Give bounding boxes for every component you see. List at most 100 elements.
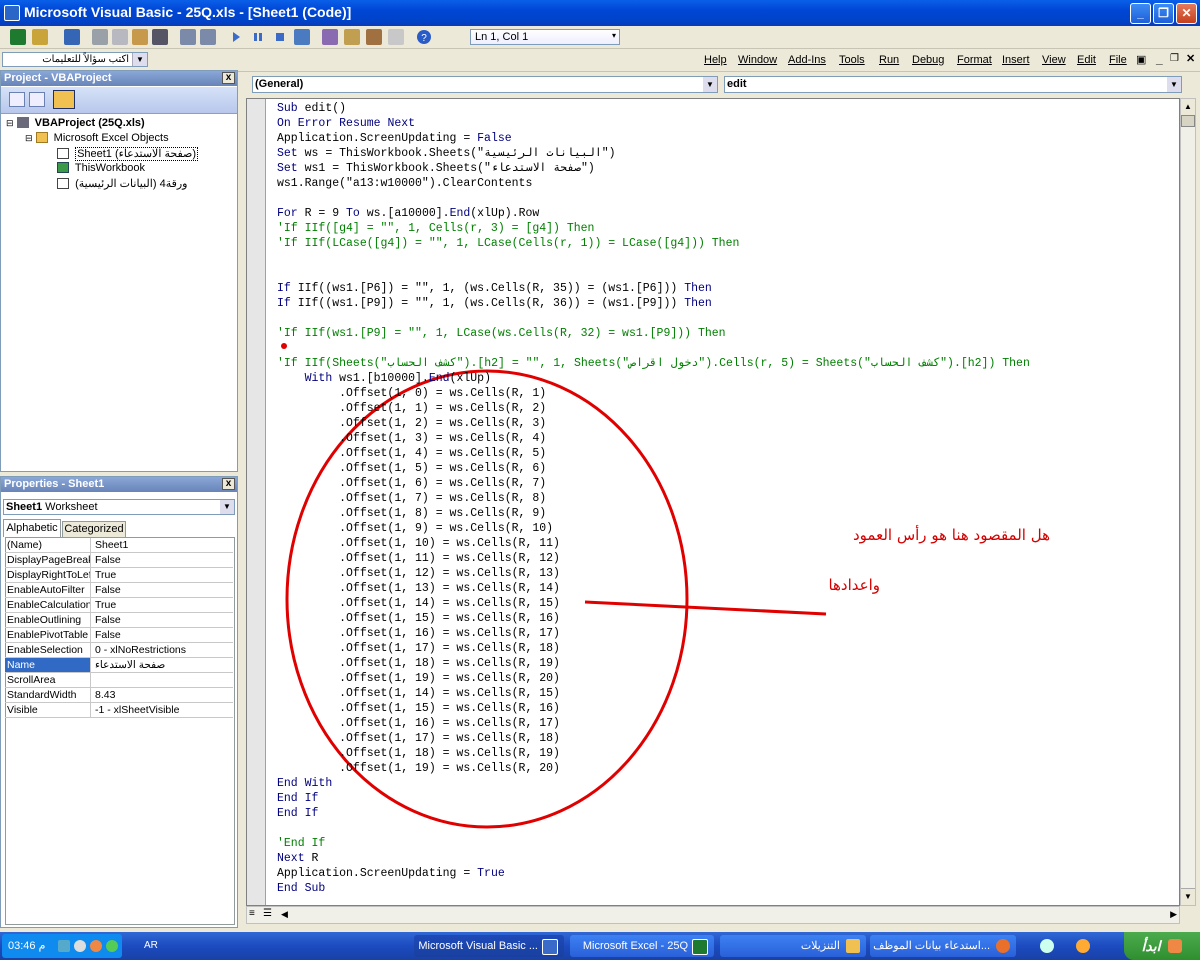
property-row[interactable]: ScrollArea <box>5 673 233 688</box>
property-name: DisplayRightToLeft <box>7 568 91 582</box>
property-row[interactable]: DisplayPageBreaks False <box>5 553 233 568</box>
code-line[interactable]: .Offset(1, 0) = ws.Cells(R, 1) <box>277 386 546 401</box>
property-row[interactable]: EnableAutoFilter False <box>5 583 233 598</box>
property-value[interactable]: صفحة الاستدعاء <box>95 658 165 672</box>
property-name: EnableAutoFilter <box>5 583 91 597</box>
property-name: EnableSelection <box>5 643 91 657</box>
code-line[interactable]: End With <box>277 776 332 791</box>
property-value[interactable]: False <box>95 583 121 597</box>
task-browser[interactable]: استدعاء بيانات الموظف... <box>870 935 1016 957</box>
code-line[interactable]: 'If IIf([g4] = "", 1, Cells(r, 3) = [g4]… <box>277 221 594 236</box>
property-row[interactable]: Visible -1 - xlSheetVisible <box>5 703 233 718</box>
code-line[interactable]: .Offset(1, 16) = ws.Cells(R, 17) <box>277 626 560 641</box>
property-row[interactable]: DisplayRightToLeft True <box>5 568 233 583</box>
code-line[interactable]: End If <box>277 806 318 821</box>
code-line[interactable]: 'If IIf(Sheets("كشف الحساب").[h2] = "", … <box>277 356 1030 371</box>
quick-launch-icon[interactable] <box>1040 939 1054 953</box>
property-row[interactable]: EnableOutlining False <box>5 613 233 628</box>
firefox-icon <box>996 939 1010 953</box>
security-icon[interactable] <box>90 940 102 952</box>
code-line[interactable]: .Offset(1, 1) = ws.Cells(R, 2) <box>277 401 546 416</box>
property-value[interactable]: True <box>95 568 116 582</box>
property-name: Name <box>5 658 91 672</box>
code-line[interactable]: End If <box>277 791 318 806</box>
task-visual-basic-label: Microsoft Visual Basic ... <box>418 940 538 952</box>
code-line[interactable]: Application.ScreenUpdating = True <box>277 866 505 881</box>
code-line[interactable]: 'If IIf(LCase([g4]) = "", 1, LCase(Cells… <box>277 236 739 251</box>
code-line[interactable]: Application.ScreenUpdating = False <box>277 131 512 146</box>
code-line[interactable]: If IIf((ws1.[P6]) = "", 1, (ws.Cells(R, … <box>277 281 712 296</box>
code-line[interactable]: .Offset(1, 14) = ws.Cells(R, 15) <box>277 596 560 611</box>
vb-icon <box>542 939 558 955</box>
annotation-overlay <box>281 343 827 829</box>
code-line[interactable]: .Offset(1, 15) = ws.Cells(R, 16) <box>277 611 560 626</box>
code-line[interactable]: .Offset(1, 11) = ws.Cells(R, 12) <box>277 551 560 566</box>
task-excel[interactable]: Microsoft Excel - 25Q <box>570 935 714 957</box>
property-row[interactable]: (Name) Sheet1 <box>5 538 233 553</box>
code-line[interactable]: .Offset(1, 4) = ws.Cells(R, 5) <box>277 446 546 461</box>
annotation-text-1: هل المقصود هنا هو رأس العمود <box>852 526 1050 544</box>
code-line[interactable]: Next R <box>277 851 318 866</box>
property-row[interactable]: EnableSelection 0 - xlNoRestrictions <box>5 643 233 658</box>
code-line[interactable]: .Offset(1, 12) = ws.Cells(R, 13) <box>277 566 560 581</box>
property-value[interactable]: -1 - xlSheetVisible <box>95 703 179 717</box>
windows-logo-icon <box>1168 939 1183 953</box>
code-line[interactable]: If IIf((ws1.[P9]) = "", 1, (ws.Cells(R, … <box>277 296 712 311</box>
code-line[interactable]: .Offset(1, 18) = ws.Cells(R, 19) <box>277 746 560 761</box>
property-value[interactable]: False <box>95 613 121 627</box>
code-line[interactable]: .Offset(1, 5) = ws.Cells(R, 6) <box>277 461 546 476</box>
annotation-text-2: واعدادها <box>828 576 880 594</box>
tray-app-icon[interactable] <box>106 940 118 952</box>
property-row[interactable]: EnablePivotTable False <box>5 628 233 643</box>
code-line[interactable]: .Offset(1, 15) = ws.Cells(R, 16) <box>277 701 560 716</box>
property-value[interactable]: True <box>95 598 116 612</box>
property-value[interactable]: 8.43 <box>95 688 115 702</box>
code-line[interactable]: .Offset(1, 9) = ws.Cells(R, 10) <box>277 521 553 536</box>
property-name: StandardWidth <box>5 688 91 702</box>
code-line[interactable]: .Offset(1, 7) = ws.Cells(R, 8) <box>277 491 546 506</box>
network-icon[interactable] <box>58 940 70 952</box>
code-line[interactable]: .Offset(1, 19) = ws.Cells(R, 20) <box>277 761 560 776</box>
code-line[interactable]: With ws1.[b10000].End(xlUp) <box>277 371 491 386</box>
system-tray: 03:46 م <box>2 934 122 958</box>
code-line[interactable]: .Offset(1, 13) = ws.Cells(R, 14) <box>277 581 560 596</box>
code-line[interactable]: End Sub <box>277 881 325 896</box>
property-row[interactable]: StandardWidth 8.43 <box>5 688 233 703</box>
code-line[interactable]: .Offset(1, 6) = ws.Cells(R, 7) <box>277 476 546 491</box>
code-line[interactable]: 'End If <box>277 836 325 851</box>
property-value[interactable]: 0 - xlNoRestrictions <box>95 643 186 657</box>
code-line[interactable]: ws1.Range("a13:w10000").ClearContents <box>277 176 532 191</box>
start-button-label: ابدأ <box>1141 938 1161 954</box>
task-downloads[interactable]: التنزيلات <box>720 935 866 957</box>
start-button[interactable]: ابدأ <box>1124 932 1200 960</box>
code-line[interactable]: For R = 9 To ws.[a10000].End(xlUp).Row <box>277 206 539 221</box>
property-row[interactable]: Name صفحة الاستدعاء <box>5 658 233 673</box>
code-line[interactable]: Set ws1 = ThisWorkbook.Sheets("صفحة الاس… <box>277 161 595 176</box>
task-visual-basic[interactable]: Microsoft Visual Basic ... <box>414 935 564 957</box>
code-line[interactable]: .Offset(1, 3) = ws.Cells(R, 4) <box>277 431 546 446</box>
code-line[interactable]: Sub edit() <box>277 101 346 116</box>
clock[interactable]: 03:46 م <box>8 939 45 952</box>
code-line[interactable]: On Error Resume Next <box>277 116 415 131</box>
language-indicator[interactable]: AR <box>144 940 158 951</box>
volume-icon[interactable] <box>74 940 86 952</box>
code-line[interactable]: Set ws = ThisWorkbook.Sheets("البيانات ا… <box>277 146 616 161</box>
code-line[interactable]: .Offset(1, 18) = ws.Cells(R, 19) <box>277 656 560 671</box>
property-name: (Name) <box>5 538 91 552</box>
code-line[interactable]: .Offset(1, 14) = ws.Cells(R, 15) <box>277 686 560 701</box>
property-value[interactable]: False <box>95 628 121 642</box>
code-line[interactable]: .Offset(1, 16) = ws.Cells(R, 17) <box>277 716 560 731</box>
code-line[interactable]: .Offset(1, 8) = ws.Cells(R, 9) <box>277 506 546 521</box>
quick-launch-icon-2[interactable] <box>1076 939 1090 953</box>
property-row[interactable]: EnableCalculation True <box>5 598 233 613</box>
code-line[interactable]: .Offset(1, 10) = ws.Cells(R, 11) <box>277 536 560 551</box>
code-line[interactable]: .Offset(1, 2) = ws.Cells(R, 3) <box>277 416 546 431</box>
code-line[interactable]: .Offset(1, 19) = ws.Cells(R, 20) <box>277 671 560 686</box>
property-name: EnableOutlining <box>5 613 91 627</box>
code-line[interactable]: .Offset(1, 17) = ws.Cells(R, 18) <box>277 641 560 656</box>
property-value[interactable]: False <box>95 553 121 567</box>
property-value[interactable]: Sheet1 <box>95 538 128 552</box>
code-line[interactable]: 'If IIf(ws1.[P9] = "", 1, LCase(ws.Cells… <box>277 326 726 341</box>
code-line[interactable]: .Offset(1, 17) = ws.Cells(R, 18) <box>277 731 560 746</box>
task-excel-label: Microsoft Excel - 25Q <box>582 940 688 952</box>
